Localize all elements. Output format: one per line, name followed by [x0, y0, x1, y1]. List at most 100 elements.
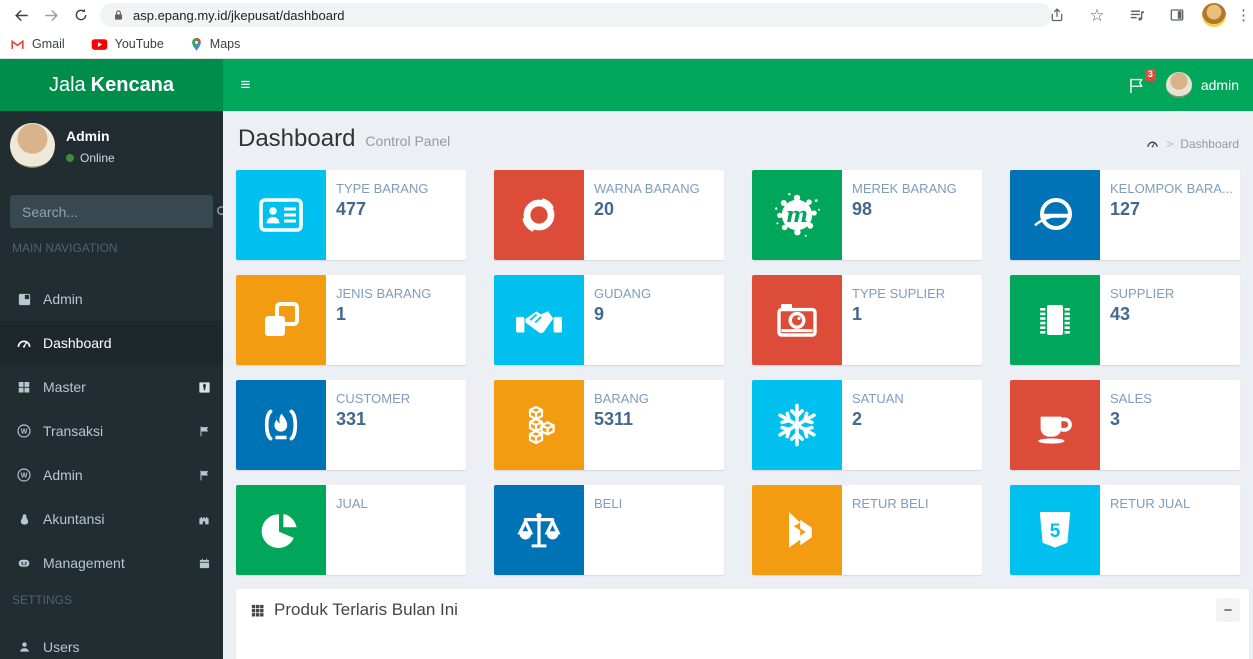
- svg-text:W: W: [21, 473, 28, 480]
- url-text: asp.epang.my.id/jkepusat/dashboard: [133, 8, 345, 23]
- infobox-jenis-barang: JENIS BARANG1: [236, 275, 466, 365]
- user-avatar: [1166, 72, 1192, 98]
- bookmark-gmail[interactable]: Gmail: [10, 37, 65, 51]
- browser-profile-avatar[interactable]: [1202, 3, 1226, 27]
- address-bar[interactable]: asp.epang.my.id/jkepusat/dashboard: [100, 3, 1052, 27]
- sidebar-item-admin[interactable]: Admin: [0, 277, 223, 321]
- infobox-value: 5311: [594, 409, 649, 430]
- html5-icon: 5: [1010, 485, 1100, 575]
- infobox-label: CUSTOMER: [336, 391, 410, 406]
- brand-logo[interactable]: Jala Kencana: [0, 59, 223, 111]
- browser-toolbar: asp.epang.my.id/jkepusat/dashboard ☆ ⋮: [0, 0, 1253, 30]
- microchip-icon: [1010, 275, 1100, 365]
- sidebar-item-admin-2[interactable]: W Admin: [0, 453, 223, 497]
- browser-back-button[interactable]: [6, 2, 36, 28]
- black-tie-icon: [198, 381, 211, 394]
- id-card-icon: [236, 170, 326, 260]
- browser-menu-icon[interactable]: ⋮: [1236, 6, 1251, 24]
- user-icon: [14, 640, 34, 654]
- balance-scale-icon: [494, 485, 584, 575]
- collapse-button[interactable]: −: [1216, 598, 1240, 622]
- infobox-label: SALES: [1110, 391, 1152, 406]
- navbar-right: 3 admin: [1124, 59, 1253, 111]
- browser-forward-button[interactable]: [36, 2, 66, 28]
- bookmark-maps[interactable]: Maps: [190, 37, 241, 52]
- infobox-value: 2: [852, 409, 904, 430]
- wordpress-icon: W: [14, 467, 34, 483]
- infobox-label: WARNA BARANG: [594, 181, 700, 196]
- coffee-cup-icon: [1010, 380, 1100, 470]
- user-menu[interactable]: admin: [1166, 72, 1239, 98]
- wordpress-icon: W: [14, 423, 34, 439]
- page-title: Dashboard: [238, 125, 355, 153]
- gmail-icon: [10, 38, 25, 51]
- sidebar-item-master[interactable]: Master: [0, 365, 223, 409]
- flag-icon: [1127, 76, 1146, 95]
- infobox-retur-beli: RETUR BELI: [752, 485, 982, 575]
- infobox-beli: BELI: [494, 485, 724, 575]
- page-subtitle: Control Panel: [365, 133, 450, 149]
- sidebar-item-dashboard[interactable]: Dashboard: [0, 321, 223, 365]
- monster-face-icon: [14, 556, 34, 570]
- infobox-label: GUDANG: [594, 286, 651, 301]
- main-content: Dashboard Control Panel > Dashboard TYPE…: [223, 111, 1253, 659]
- bookmark-star-icon[interactable]: ☆: [1082, 2, 1112, 28]
- sidebar-toggle-icon[interactable]: ≡: [223, 59, 268, 111]
- playlist-extension-icon[interactable]: [1122, 2, 1152, 28]
- sidebar-item-users[interactable]: Users: [0, 625, 223, 659]
- infobox-label: SUPPLIER: [1110, 286, 1174, 301]
- sidebar-user-panel: Admin Online: [10, 123, 213, 183]
- infobox-type-barang: TYPE BARANG477: [236, 170, 466, 260]
- side-panel-icon[interactable]: [1162, 2, 1192, 28]
- browser-reload-button[interactable]: [66, 2, 96, 28]
- infobox-satuan: SATUAN 2: [752, 380, 982, 470]
- svg-text:m: m: [786, 202, 808, 227]
- infobox-label: RETUR BELI: [852, 496, 929, 511]
- infobox-label: BARANG: [594, 391, 649, 406]
- infobox-barang: BARANG 5311: [494, 380, 724, 470]
- infobox-type-suplier: TYPE SUPLIER1: [752, 275, 982, 365]
- sidebar-item-akuntansi[interactable]: Akuntansi: [0, 497, 223, 541]
- notifications-button[interactable]: 3: [1124, 72, 1150, 98]
- sidebar-item-transaksi[interactable]: W Transaksi: [0, 409, 223, 453]
- dashboard-gauge-icon: [14, 336, 34, 351]
- infobox-label: MEREK BARANG: [852, 181, 957, 196]
- infobox-retur-jual: 5 RETUR JUAL: [1010, 485, 1240, 575]
- bookmarks-bar: Gmail YouTube Maps: [0, 30, 1253, 58]
- search-input[interactable]: [10, 204, 215, 220]
- grid-icon: [14, 380, 34, 394]
- infobox-label: RETUR JUAL: [1110, 496, 1190, 511]
- infobox-value: 43: [1110, 304, 1174, 325]
- clone-squares-icon: [236, 275, 326, 365]
- infobox-label: SATUAN: [852, 391, 904, 406]
- calendar-icon: [198, 557, 211, 570]
- dashboard-gauge-icon[interactable]: [1146, 138, 1159, 150]
- breadcrumb-current[interactable]: Dashboard: [1180, 137, 1239, 151]
- sidebar-section-main: MAIN NAVIGATION: [12, 241, 118, 255]
- houzz-icon: [752, 485, 842, 575]
- sidebar-item-management[interactable]: Management: [0, 541, 223, 585]
- sidebar-user-name: Admin: [66, 128, 110, 144]
- breadcrumb-separator: >: [1166, 137, 1173, 151]
- lock-icon: [112, 9, 125, 22]
- share-icon[interactable]: [1042, 2, 1072, 28]
- flag-badge-icon: [198, 469, 211, 482]
- infobox-kelompok-barang: KELOMPOK BARA...127: [1010, 170, 1240, 260]
- infobox-label: BELI: [594, 496, 622, 511]
- breadcrumb: > Dashboard: [1146, 137, 1239, 151]
- youtube-icon: [91, 38, 108, 51]
- cubes-icon: [494, 380, 584, 470]
- infobox-warna-barang: WARNA BARANG20: [494, 170, 724, 260]
- brand-bold: Kencana: [91, 74, 174, 97]
- browser-chrome: asp.epang.my.id/jkepusat/dashboard ☆ ⋮: [0, 0, 1253, 59]
- infobox-value: 331: [336, 409, 410, 430]
- browser-actions: ☆ ⋮: [1042, 0, 1251, 30]
- infobox-value: 127: [1110, 199, 1230, 220]
- table-grid-icon: [250, 603, 265, 618]
- infobox-label: JENIS BARANG: [336, 286, 431, 301]
- app-header: Jala Kencana ≡ 3 admin: [0, 59, 1253, 111]
- sidebar-section-settings: SETTINGS: [12, 593, 72, 607]
- page-head: Dashboard Control Panel: [238, 125, 450, 153]
- fire-parens-icon: [236, 380, 326, 470]
- bookmark-youtube[interactable]: YouTube: [91, 37, 164, 51]
